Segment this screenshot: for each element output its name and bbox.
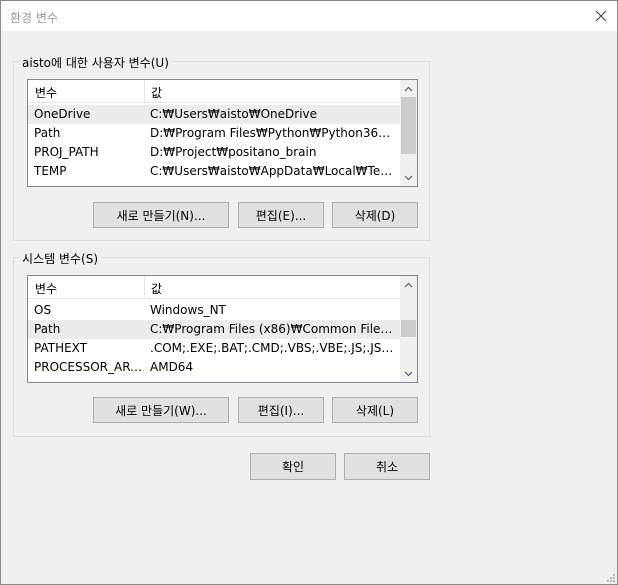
- resize-grip-icon[interactable]: [605, 572, 615, 582]
- variable-value: D:₩Program Files₩Python₩Python36₩Scri...: [150, 126, 398, 140]
- variable-value: C:₩Users₩aisto₩OneDrive: [150, 107, 318, 121]
- column-header-variable[interactable]: 변수: [35, 280, 57, 297]
- variable-name: PROCESSOR_ARC...: [34, 360, 142, 374]
- user-delete-button[interactable]: 삭제(D): [332, 202, 418, 228]
- user-new-button[interactable]: 새로 만들기(N)...: [93, 202, 229, 228]
- variable-value: AMD64: [150, 360, 194, 374]
- variable-value: C:₩Program Files (x86)₩Common Files₩Or..…: [150, 322, 398, 336]
- column-header-variable[interactable]: 변수: [35, 84, 57, 101]
- scroll-down-arrow[interactable]: [400, 169, 417, 186]
- variable-name: Path: [34, 126, 61, 140]
- variable-name: TEMP: [34, 164, 67, 178]
- scroll-up-arrow[interactable]: [400, 276, 417, 293]
- system-new-button[interactable]: 새로 만들기(W)...: [93, 397, 229, 423]
- chevron-up-icon: [404, 282, 413, 287]
- chevron-up-icon: [404, 86, 413, 91]
- table-row[interactable]: Path C:₩Program Files (x86)₩Common Files…: [28, 320, 400, 339]
- chevron-down-icon: [404, 371, 413, 376]
- variable-value: D:₩Project₩positano_brain: [150, 145, 317, 159]
- close-icon: [595, 10, 607, 22]
- user-variables-list[interactable]: 변수 값 OneDrive C:₩Users₩aisto₩OneDrive Pa…: [27, 79, 418, 187]
- table-row[interactable]: OS Windows_NT: [28, 301, 400, 320]
- table-row[interactable]: PROJ_PATH D:₩Project₩positano_brain: [28, 143, 400, 162]
- column-header-value[interactable]: 값: [151, 84, 162, 101]
- close-button[interactable]: [587, 3, 615, 29]
- table-row[interactable]: TEMP C:₩Users₩aisto₩AppData₩Local₩Temp: [28, 162, 400, 181]
- scroll-thumb[interactable]: [401, 97, 416, 154]
- variable-name: OneDrive: [34, 107, 91, 121]
- scroll-thumb[interactable]: [401, 320, 416, 337]
- variable-name: OS: [34, 303, 52, 317]
- table-row[interactable]: PATHEXT .COM;.EXE;.BAT;.CMD;.VBS;.VBE;.J…: [28, 339, 400, 358]
- user-edit-button[interactable]: 편집(E)...: [238, 202, 324, 228]
- cancel-button[interactable]: 취소: [344, 453, 430, 480]
- title-bar: 환경 변수: [1, 1, 617, 31]
- dialog-title: 환경 변수: [10, 11, 58, 25]
- environment-variables-dialog: 환경 변수 aisto에 대한 사용자 변수(U) 변수 값 OneDrive …: [0, 0, 618, 585]
- table-row[interactable]: PROCESSOR_ARC... AMD64: [28, 358, 400, 377]
- variable-value: .COM;.EXE;.BAT;.CMD;.VBS;.VBE;.JS;.JSE;.…: [150, 341, 398, 355]
- user-variables-label: aisto에 대한 사용자 변수(U): [19, 54, 172, 71]
- variable-name: Path: [34, 322, 61, 336]
- system-delete-button[interactable]: 삭제(L): [332, 397, 418, 423]
- vertical-scrollbar[interactable]: [400, 276, 417, 382]
- list-header: 변수 값: [28, 276, 400, 299]
- system-variables-label: 시스템 변수(S): [19, 250, 101, 267]
- column-divider[interactable]: [144, 276, 145, 298]
- column-divider[interactable]: [144, 80, 145, 102]
- list-header: 변수 값: [28, 80, 400, 103]
- table-row[interactable]: OneDrive C:₩Users₩aisto₩OneDrive: [28, 105, 400, 124]
- scroll-down-arrow[interactable]: [400, 365, 417, 382]
- system-variables-list[interactable]: 변수 값 OS Windows_NT Path C:₩Program Files…: [27, 275, 418, 383]
- variable-name: PROJ_PATH: [34, 145, 99, 159]
- vertical-scrollbar[interactable]: [400, 80, 417, 186]
- chevron-down-icon: [404, 175, 413, 180]
- table-row[interactable]: Path D:₩Program Files₩Python₩Python36₩Sc…: [28, 124, 400, 143]
- ok-button[interactable]: 확인: [250, 453, 336, 480]
- scroll-up-arrow[interactable]: [400, 80, 417, 97]
- column-header-value[interactable]: 값: [151, 280, 162, 297]
- variable-value: C:₩Users₩aisto₩AppData₩Local₩Temp: [150, 164, 398, 178]
- variable-name: PATHEXT: [34, 341, 88, 355]
- system-edit-button[interactable]: 편집(I)...: [238, 397, 324, 423]
- variable-value: Windows_NT: [150, 303, 226, 317]
